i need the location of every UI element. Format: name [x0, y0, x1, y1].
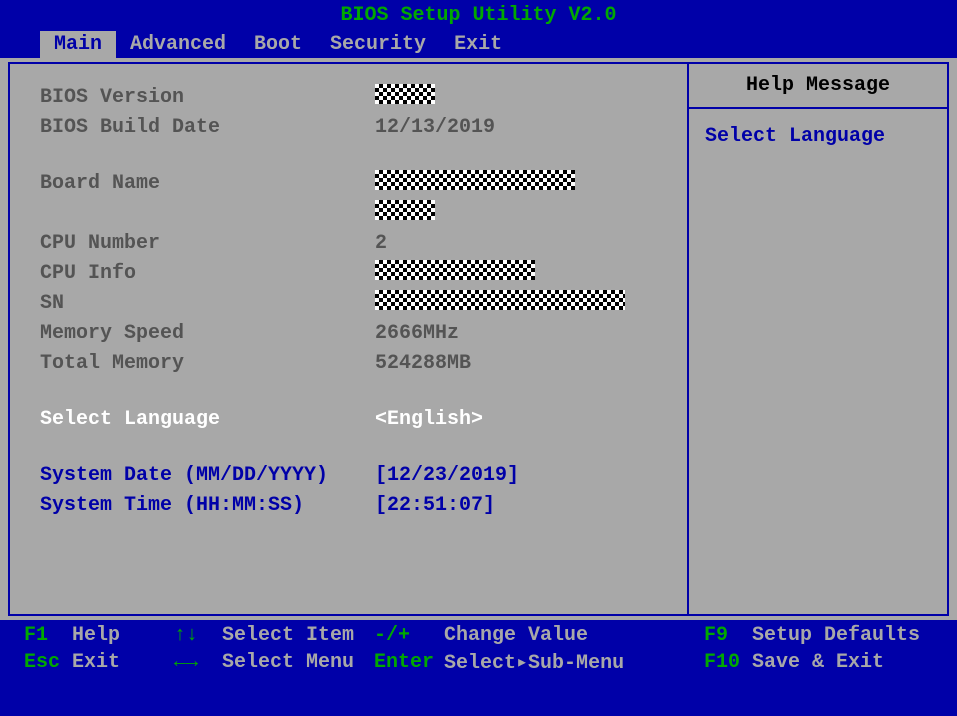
tab-boot[interactable]: Boot	[240, 31, 316, 58]
total-memory-value: 524288MB	[375, 352, 671, 375]
bios-build-date-value: 12/13/2019	[375, 116, 671, 139]
minus-plus-icon: -/+	[374, 624, 444, 647]
content-wrapper: BIOS Version BIOS Build Date 12/13/2019 …	[0, 58, 957, 620]
board-name-value-2	[375, 202, 671, 225]
footer-save-exit: F10Save & Exit	[704, 649, 933, 675]
footer-save-exit-label: Save & Exit	[752, 651, 884, 674]
system-date-label[interactable]: System Date (MM/DD/YYYY)	[40, 464, 375, 487]
tab-exit[interactable]: Exit	[440, 31, 516, 58]
updown-arrow-icon: ↑↓	[174, 624, 222, 647]
footer-change-value-label: Change Value	[444, 624, 588, 647]
enter-key-icon: Enter	[374, 651, 444, 674]
f10-key-icon: F10	[704, 651, 752, 674]
system-date-value[interactable]: [12/23/2019]	[375, 464, 671, 487]
footer-exit-label: Exit	[72, 651, 120, 674]
f1-key-icon: F1	[24, 624, 72, 647]
footer-select-item: ↑↓Select Item	[174, 624, 374, 647]
help-header: Help Message	[689, 64, 947, 109]
memory-speed-value: 2666MHz	[375, 322, 671, 345]
footer-help: F1Help	[24, 624, 174, 647]
app-title: BIOS Setup Utility V2.0	[0, 0, 957, 31]
select-language-value[interactable]: <English>	[375, 408, 671, 431]
footer-select-item-label: Select Item	[222, 624, 354, 647]
memory-speed-label: Memory Speed	[40, 322, 375, 345]
tab-main[interactable]: Main	[40, 31, 116, 58]
system-time-value[interactable]: [22:51:07]	[375, 494, 671, 517]
leftright-arrow-icon: ←→	[174, 651, 222, 674]
esc-key-icon: Esc	[24, 651, 72, 674]
tab-security[interactable]: Security	[316, 31, 440, 58]
bios-version-label: BIOS Version	[40, 86, 375, 109]
footer-setup-defaults: F9Setup Defaults	[704, 624, 933, 647]
redacted-icon	[375, 200, 435, 220]
cpu-info-value	[375, 262, 671, 285]
footer-setup-defaults-label: Setup Defaults	[752, 624, 920, 647]
redacted-icon	[375, 84, 435, 104]
footer-bar: F1Help ↑↓Select Item -/+Change Value F9S…	[0, 620, 957, 679]
cpu-number-label: CPU Number	[40, 232, 375, 255]
cpu-number-value: 2	[375, 232, 671, 255]
total-memory-label: Total Memory	[40, 352, 375, 375]
footer-select-submenu-label: Select▸Sub-Menu	[444, 649, 624, 675]
bios-build-date-label: BIOS Build Date	[40, 116, 375, 139]
board-name-value	[375, 172, 671, 195]
footer-select-menu: ←→Select Menu	[174, 649, 374, 675]
system-time-label[interactable]: System Time (HH:MM:SS)	[40, 494, 375, 517]
sn-label: SN	[40, 292, 375, 315]
redacted-icon	[375, 260, 535, 280]
select-language-label[interactable]: Select Language	[40, 408, 375, 431]
content-box: BIOS Version BIOS Build Date 12/13/2019 …	[8, 62, 949, 616]
redacted-icon	[375, 290, 625, 310]
board-name-label: Board Name	[40, 172, 375, 195]
help-pane: Help Message Select Language	[687, 64, 947, 614]
tab-advanced[interactable]: Advanced	[116, 31, 240, 58]
bios-version-value	[375, 86, 671, 109]
main-pane: BIOS Version BIOS Build Date 12/13/2019 …	[10, 64, 687, 614]
cpu-info-label: CPU Info	[40, 262, 375, 285]
footer-select-menu-label: Select Menu	[222, 651, 354, 674]
redacted-icon	[375, 170, 575, 190]
footer-select-submenu: EnterSelect▸Sub-Menu	[374, 649, 704, 675]
f9-key-icon: F9	[704, 624, 752, 647]
footer-exit: EscExit	[24, 649, 174, 675]
tab-bar: Main Advanced Boot Security Exit	[0, 31, 957, 58]
footer-help-label: Help	[72, 624, 120, 647]
help-body: Select Language	[689, 109, 947, 164]
sn-value	[375, 292, 671, 315]
footer-change-value: -/+Change Value	[374, 624, 704, 647]
